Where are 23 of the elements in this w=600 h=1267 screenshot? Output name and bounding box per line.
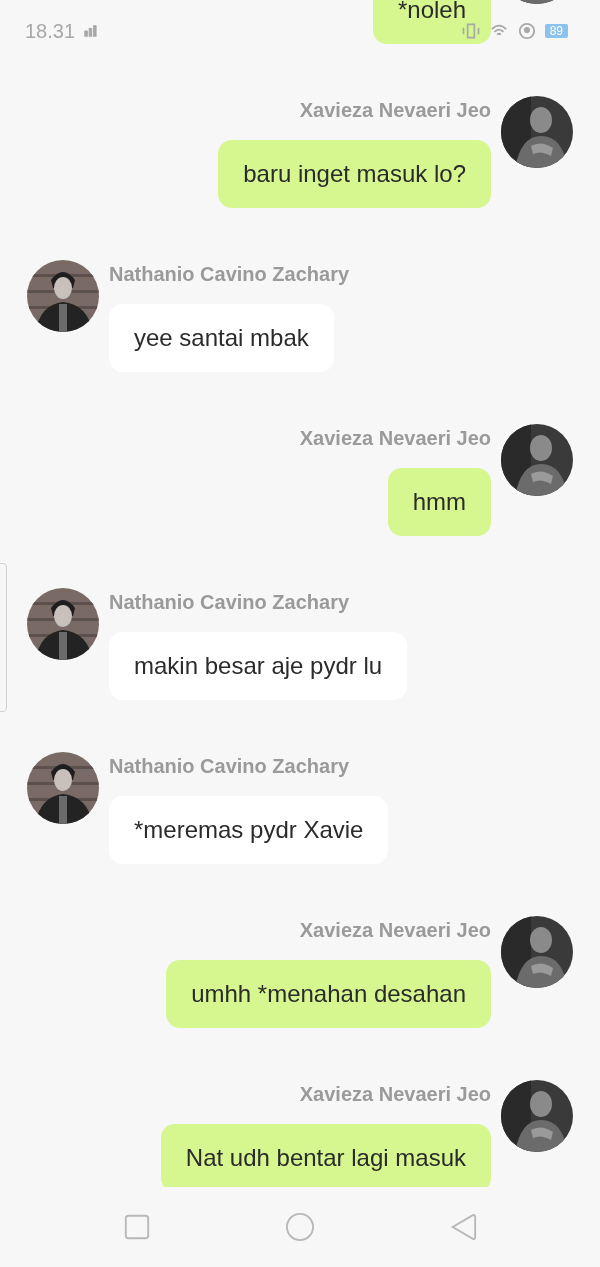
sender-name: Nathanio Cavino Zachary xyxy=(109,754,350,778)
location-icon xyxy=(516,22,537,40)
message-bubble: Nat udh bentar lagi masuk xyxy=(160,1124,491,1187)
vibrate-icon xyxy=(460,22,481,40)
message-bubble: *noleh xyxy=(372,0,491,44)
sender-name: Xavieza Nevaeri Jeo xyxy=(299,1082,491,1106)
sender-name: Xavieza Nevaeri Jeo xyxy=(299,98,491,122)
sender-name: Nathanio Cavino Zachary xyxy=(109,590,350,614)
message-bubble: hmm xyxy=(387,468,491,536)
home-icon[interactable] xyxy=(286,1213,314,1241)
message-bubble: baru inget masuk lo? xyxy=(218,140,491,208)
clock-time: 18.31 xyxy=(25,19,76,43)
message-bubble: yee santai mbak xyxy=(109,304,334,372)
message-bubble: *meremas pydr Xavie xyxy=(109,796,389,864)
battery-level: 89 xyxy=(544,24,568,38)
sender-name: Xavieza Nevaeri Jeo xyxy=(299,426,491,450)
sender-name: Nathanio Cavino Zachary xyxy=(109,262,350,286)
message-bubble: umhh *menahan desahan xyxy=(166,960,491,1028)
recent-apps-icon[interactable] xyxy=(123,1213,151,1241)
back-icon[interactable] xyxy=(449,1213,477,1241)
message-bubble: makin besar aje pydr lu xyxy=(109,632,408,700)
sender-name: Xavieza Nevaeri Jeo xyxy=(299,918,491,942)
signal-icon xyxy=(83,25,98,37)
